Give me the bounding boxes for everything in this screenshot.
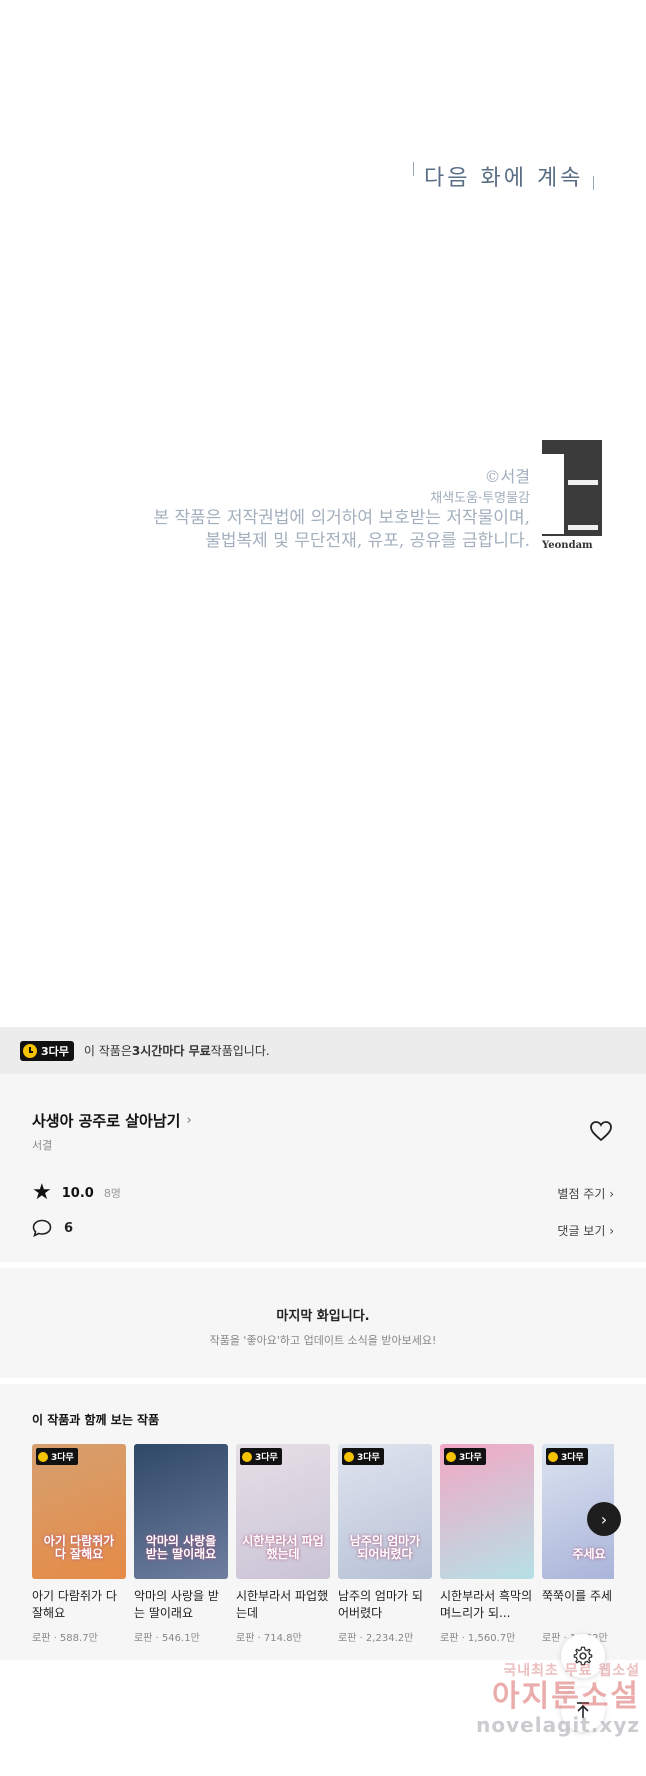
caption-bracket-left	[413, 162, 414, 176]
recommendation-cover: 3다무시한부라서 파업했는데	[236, 1444, 330, 1579]
recommendation-meta: 로판 · 1,560.7만	[440, 1633, 516, 1644]
comment-count: 6	[64, 1220, 74, 1236]
recommendation-card[interactable]: 3다무 시한부라서 파업했는데 시한부라서 파업했는데 로판 · 714.8만	[236, 1444, 330, 1644]
last-episode-subtitle: 작품을 '좋아요'하고 업데이트 소식을 받아보세요!	[209, 1334, 437, 1347]
star-icon: ★	[32, 1180, 52, 1205]
cover-title: 시한부라서 파업했는데	[242, 1533, 324, 1561]
recommendation-title: 시한부라서 파업했는데	[236, 1589, 329, 1621]
clock-icon	[548, 1451, 558, 1462]
wait-free-badge: 3다무	[546, 1448, 588, 1465]
wait-free-badge: 3다무	[20, 1040, 74, 1061]
caption-bracket-right	[593, 176, 595, 190]
recommendation-cover: 3다무남주의 엄마가 되어버렸다	[338, 1444, 432, 1579]
clock-icon	[344, 1451, 354, 1462]
next-button[interactable]: ›	[587, 1502, 621, 1536]
wait-free-badge-label: 3다무	[51, 1453, 74, 1463]
watermark-line-2: 아지툰소설	[492, 1679, 640, 1714]
cover-title: 악마의 사랑을 받는 딸이래요	[145, 1533, 217, 1561]
wait-free-badge: 3다무	[240, 1448, 282, 1465]
clock-icon	[242, 1451, 252, 1462]
wait-free-badge: 3다무	[36, 1448, 78, 1465]
recommendation-card[interactable]: 3다무 아기 다람쥐가 다 잘해요 아기 다람쥐가 다 잘해요 로판 · 588.7만	[32, 1444, 126, 1644]
rating-score: 10.0	[61, 1185, 94, 1201]
wait-free-badge-label: 3다무	[459, 1453, 482, 1463]
recommendation-cover: 악마의 사랑을 받는 딸이래요	[134, 1444, 228, 1579]
recommendation-meta: 로판 · 588.7만	[32, 1633, 98, 1644]
comment-link[interactable]: 댓글 보기 ›	[557, 1222, 614, 1239]
last-episode-title: 마지막 화입니다.	[276, 1309, 370, 1324]
comment-icon	[32, 1219, 52, 1237]
recommendation-meta: 로판 · 2,234.2만	[338, 1633, 414, 1644]
recommendation-card[interactable]: 3다무시한부라서 흑막의 며느리가 되... 로판 · 1,560.7만	[440, 1444, 534, 1644]
cover-title: 아기 다람쥐가 다 잘해요	[43, 1533, 115, 1561]
work-author: 서결	[32, 1139, 53, 1152]
work-title: 사생아 공주로 살아남기	[32, 1112, 181, 1130]
watermark-line-1: 국내최초 무료 웹소설	[503, 1663, 640, 1679]
heart-icon[interactable]	[589, 1120, 613, 1142]
credit-staff: 채색도움·투명물감	[430, 490, 530, 506]
free-banner-text-prefix: 이 작품은	[83, 1044, 132, 1058]
next-episode-text: 다음 화에 계속	[424, 166, 584, 191]
recommendation-card[interactable]: 3다무주세요쭉쭉이를 주세로판 · 1,192만	[542, 1444, 614, 1644]
wait-free-badge-label: 3다무	[255, 1453, 278, 1463]
watermark: 국내최초 무료 웹소설 아지툰소설 novelagit.xyz	[440, 1660, 640, 1737]
work-info: 사생아 공주로 살아남기 › 서결 ★ 10.0 8명 별점 주기 › 6 댓글…	[0, 1074, 646, 1262]
free-banner: 3다무 이 작품은 3시간마다 무료 작품입니다.	[0, 1027, 646, 1074]
cover-title: 주세요	[572, 1546, 606, 1561]
chevron-right-icon: ›	[600, 1509, 608, 1529]
wait-free-badge: 3다무	[444, 1448, 486, 1465]
rate-link[interactable]: 별점 주기 ›	[557, 1185, 614, 1202]
copyright-line-2: 불법복제 및 무단전재, 유포, 공유를 금합니다.	[205, 531, 530, 552]
recommendation-meta: 로판 · 546.1만	[134, 1633, 200, 1644]
last-episode-notice: 마지막 화입니다. 작품을 '좋아요'하고 업데이트 소식을 받아보세요!	[0, 1268, 646, 1378]
wait-free-badge-label: 3다무	[561, 1453, 584, 1463]
clock-icon	[38, 1451, 48, 1462]
comment-row: 6	[32, 1219, 73, 1237]
recommendations: 이 작품과 함께 보는 작품 3다무 아기 다람쥐가 다 잘해요 아기 다람쥐가 다…	[0, 1384, 646, 1660]
cover-title: 남주의 엄마가 되어버렸다	[349, 1533, 421, 1561]
clock-icon	[23, 1043, 37, 1058]
credits: ©서결 채색도움·투명물감 본 작품은 저작권법에 의거하여 보호받는 저작물이…	[153, 466, 530, 553]
recommendations-list: 3다무 아기 다람쥐가 다 잘해요 아기 다람쥐가 다 잘해요 로판 · 588.7만…	[32, 1444, 614, 1644]
next-episode-caption: 다음 화에 계속	[413, 160, 595, 192]
recommendations-heading: 이 작품과 함께 보는 작품	[32, 1413, 160, 1427]
free-banner-text-bold: 3시간마다 무료	[131, 1044, 211, 1058]
wait-free-badge: 3다무	[342, 1448, 384, 1465]
copyright-line-1: 본 작품은 저작권법에 의거하여 보호받는 저작물이며,	[153, 508, 530, 529]
recommendation-title: 시한부라서 흑막의 며느리가 되...	[440, 1589, 533, 1621]
recommendation-title: 악마의 사랑을 받는 딸이래요	[134, 1589, 219, 1621]
recommendation-cover: 3다무	[440, 1444, 534, 1579]
recommendation-title: 남주의 엄마가 되어버렸다	[338, 1589, 423, 1621]
recommendation-card[interactable]: 악마의 사랑을 받는 딸이래요 악마의 사랑을 받는 딸이래요 로판 · 546.1…	[134, 1444, 228, 1644]
watermark-line-3: novelagit.xyz	[476, 1713, 640, 1737]
wait-free-badge-label: 3다무	[41, 1044, 69, 1058]
clock-icon	[446, 1451, 456, 1462]
credit-author: ©서결	[484, 467, 530, 486]
chevron-right-icon: ›	[186, 1113, 192, 1128]
rating-row: ★ 10.0 8명	[32, 1182, 121, 1204]
recommendation-title: 아기 다람쥐가 다 잘해요	[32, 1589, 117, 1621]
work-title-link[interactable]: 사생아 공주로 살아남기 ›	[32, 1110, 192, 1131]
recommendation-cover: 3다무아기 다람쥐가 다 잘해요	[32, 1444, 126, 1579]
rating-count: 8명	[103, 1187, 121, 1200]
free-banner-text-suffix: 작품입니다.	[210, 1044, 270, 1058]
comic-ending: 다음 화에 계속 ©서결 채색도움·투명물감 본 작품은 저작권법에 의거하여 …	[0, 0, 646, 1027]
publisher-logo: Yeondam	[542, 440, 602, 552]
wait-free-badge-label: 3다무	[357, 1453, 380, 1463]
publisher-logo-text: Yeondam	[542, 540, 593, 551]
recommendation-meta: 로판 · 714.8만	[236, 1633, 302, 1644]
recommendation-title: 쭉쭉이를 주세	[542, 1589, 613, 1603]
recommendation-card[interactable]: 3다무 남주의 엄마가 되어버렸다 남주의 엄마가 되어버렸다 로판 · 2,234.…	[338, 1444, 432, 1644]
